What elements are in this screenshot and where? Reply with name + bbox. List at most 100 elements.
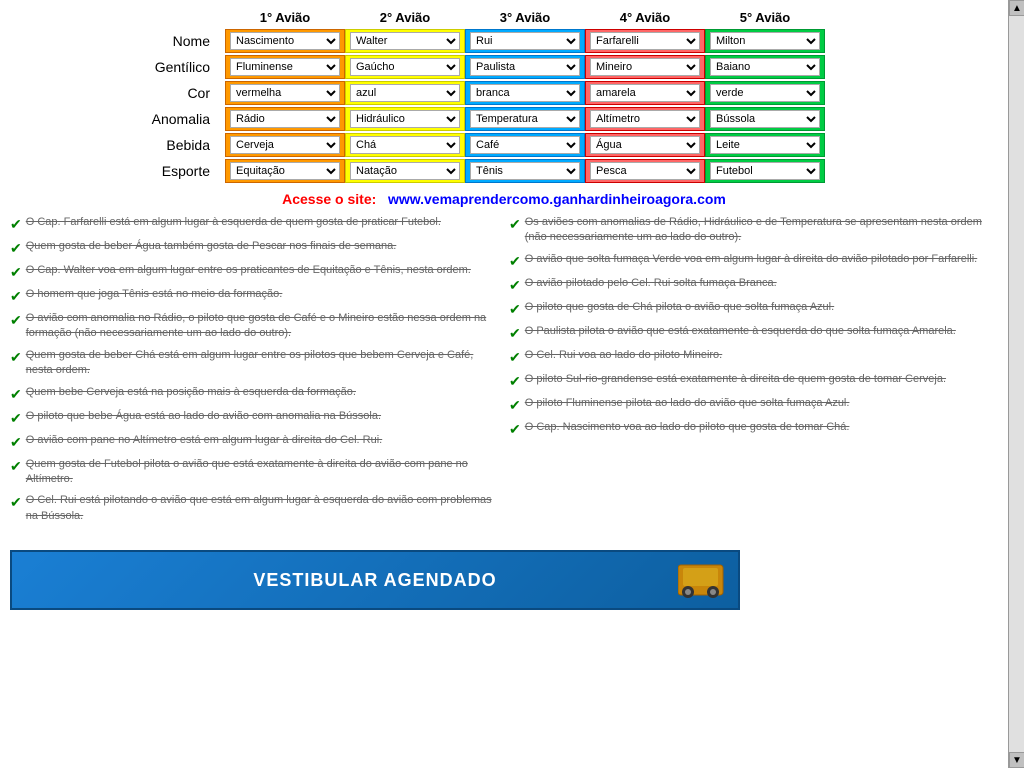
cell-r4-c1: Chá bbox=[345, 133, 465, 157]
cell-r5-c4: Futebol bbox=[705, 159, 825, 183]
header-aviao3: 3° Avião bbox=[465, 10, 585, 25]
select-r0-c4[interactable]: Milton bbox=[710, 32, 820, 50]
select-r3-c3[interactable]: Altímetro bbox=[590, 110, 700, 128]
select-r5-c3[interactable]: Pesca bbox=[590, 162, 700, 180]
clue-left-7: ✔O piloto que bebe Água está ao lado do … bbox=[10, 409, 499, 427]
check-icon-right-1: ✔ bbox=[509, 253, 521, 270]
cell-r0-c2: Rui bbox=[465, 29, 585, 53]
select-r1-c1[interactable]: Gaúcho bbox=[350, 58, 460, 76]
clue-right-5: ✔ O Cel. Rui voa ao lado do piloto Mineir… bbox=[509, 348, 998, 366]
check-icon-left-9: ✔ bbox=[10, 458, 22, 475]
cell-r3-c1: Hidráulico bbox=[345, 107, 465, 131]
cell-r4-c4: Leite bbox=[705, 133, 825, 157]
data-table: NomeNascimentoWalterRuiFarfarelliMiltonG… bbox=[10, 29, 998, 183]
promo-acesse: Acesse o site: bbox=[282, 191, 376, 207]
cell-r2-c2: branca bbox=[465, 81, 585, 105]
clue-right-7: ✔O piloto Fluminense pilota ao lado do a… bbox=[509, 396, 998, 414]
select-r2-c4[interactable]: verde bbox=[710, 84, 820, 102]
cell-r0-c1: Walter bbox=[345, 29, 465, 53]
cell-r1-c3: Mineiro bbox=[585, 55, 705, 79]
scrollbar[interactable]: ▲ ▼ bbox=[1008, 0, 1024, 768]
promo-bar: Acesse o site: www.vemaprendercomo.ganha… bbox=[10, 191, 998, 207]
cell-r2-c3: amarela bbox=[585, 81, 705, 105]
select-r3-c0[interactable]: Rádio bbox=[230, 110, 340, 128]
row-label-anomalia: Anomalia bbox=[10, 111, 225, 127]
clue-text-left-7: O piloto que bebe Água está ao lado do a… bbox=[26, 409, 381, 424]
select-r4-c0[interactable]: Cerveja bbox=[230, 136, 340, 154]
clue-text-right-3: O piloto que gosta de Chá pilota o avião… bbox=[525, 300, 834, 315]
scroll-up-btn[interactable]: ▲ bbox=[1009, 0, 1024, 16]
clue-left-4: ✔O avião com anomalia no Rádio, o piloto… bbox=[10, 311, 499, 342]
clue-right-4: ✔O Paulista pilota o avião que está exat… bbox=[509, 324, 998, 342]
scroll-down-btn[interactable]: ▼ bbox=[1009, 752, 1024, 768]
clue-text-right-8: O Cap. Nascimento voa ao lado do piloto … bbox=[525, 420, 850, 435]
select-r5-c0[interactable]: Equitação bbox=[230, 162, 340, 180]
select-r1-c4[interactable]: Baiano bbox=[710, 58, 820, 76]
select-r4-c3[interactable]: Água bbox=[590, 136, 700, 154]
clue-text-right-0: Os aviões com anomalias de Rádio, Hidráu… bbox=[525, 215, 998, 246]
clue-text-right-5: O Cel. Rui voa ao lado do piloto Mineiro… bbox=[525, 348, 723, 363]
cell-r4-c3: Água bbox=[585, 133, 705, 157]
cell-r1-c4: Baiano bbox=[705, 55, 825, 79]
check-icon-left-5: ✔ bbox=[10, 349, 22, 366]
select-r2-c1[interactable]: azul bbox=[350, 84, 460, 102]
clues-container: ✔O Cap. Farfarelli está em algum lugar à… bbox=[10, 215, 998, 530]
select-r5-c4[interactable]: Futebol bbox=[710, 162, 820, 180]
clue-text-left-10: O Cel. Rui está pilotando o avião que es… bbox=[26, 493, 499, 524]
select-r3-c4[interactable]: Bússola bbox=[710, 110, 820, 128]
select-r0-c3[interactable]: Farfarelli bbox=[590, 32, 700, 50]
clue-text-left-4: O avião com anomalia no Rádio, o piloto … bbox=[26, 311, 499, 342]
select-r2-c2[interactable]: branca bbox=[470, 84, 580, 102]
cell-r3-c3: Altímetro bbox=[585, 107, 705, 131]
table-header: 1° Avião 2° Avião 3° Avião 4° Avião 5° A… bbox=[225, 10, 998, 25]
clue-text-right-1: O avião que solta fumaça Verde voa em al… bbox=[525, 252, 977, 267]
clue-text-right-2: O avião pilotado pelo Cel. Rui solta fum… bbox=[525, 276, 777, 291]
clue-text-left-6: Quem bebe Cerveja está na posição mais à… bbox=[26, 385, 356, 400]
table-row: BebidaCervejaCháCaféÁguaLeite bbox=[10, 133, 998, 157]
select-r1-c2[interactable]: Paulista bbox=[470, 58, 580, 76]
clues-left: ✔O Cap. Farfarelli está em algum lugar à… bbox=[10, 215, 509, 530]
clue-text-left-3: O homem que joga Tênis está no meio da f… bbox=[26, 287, 283, 302]
clue-text-left-2: O Cap. Walter voa em algum lugar entre o… bbox=[26, 263, 471, 278]
select-r5-c1[interactable]: Natação bbox=[350, 162, 460, 180]
check-icon-right-2: ✔ bbox=[509, 277, 521, 294]
select-r3-c1[interactable]: Hidráulico bbox=[350, 110, 460, 128]
clue-left-9: ✔Quem gosta de Futebol pilota o avião qu… bbox=[10, 457, 499, 488]
clue-text-right-6: O piloto Sul-rio-grandense está exatamen… bbox=[525, 372, 946, 387]
check-icon-right-5: ✔ bbox=[509, 349, 521, 366]
select-r1-c0[interactable]: Fluminense bbox=[230, 58, 340, 76]
check-icon-left-3: ✔ bbox=[10, 288, 22, 305]
cell-r3-c0: Rádio bbox=[225, 107, 345, 131]
cell-r2-c1: azul bbox=[345, 81, 465, 105]
header-aviao1: 1° Avião bbox=[225, 10, 345, 25]
header-aviao5: 5° Avião bbox=[705, 10, 825, 25]
select-r0-c0[interactable]: Nascimento bbox=[230, 32, 340, 50]
promo-url: www.vemaprendercomo.ganhardinheiroagora.… bbox=[388, 191, 726, 207]
select-r4-c1[interactable]: Chá bbox=[350, 136, 460, 154]
cell-r2-c4: verde bbox=[705, 81, 825, 105]
select-r0-c1[interactable]: Walter bbox=[350, 32, 460, 50]
banner-text: VESTIBULAR AGENDADO bbox=[253, 570, 496, 591]
clue-left-0: ✔O Cap. Farfarelli está em algum lugar à… bbox=[10, 215, 499, 233]
cell-r1-c1: Gaúcho bbox=[345, 55, 465, 79]
cell-r3-c2: Temperatura bbox=[465, 107, 585, 131]
select-r4-c2[interactable]: Café bbox=[470, 136, 580, 154]
cell-r4-c0: Cerveja bbox=[225, 133, 345, 157]
select-r2-c0[interactable]: vermelha bbox=[230, 84, 340, 102]
clue-left-6: ✔ Quem bebe Cerveja está na posição mais … bbox=[10, 385, 499, 403]
select-r5-c2[interactable]: Tênis bbox=[470, 162, 580, 180]
cell-r0-c4: Milton bbox=[705, 29, 825, 53]
check-icon-left-6: ✔ bbox=[10, 386, 22, 403]
select-r3-c2[interactable]: Temperatura bbox=[470, 110, 580, 128]
row-label-gentílico: Gentílico bbox=[10, 59, 225, 75]
cell-r5-c1: Natação bbox=[345, 159, 465, 183]
select-r2-c3[interactable]: amarela bbox=[590, 84, 700, 102]
cell-r4-c2: Café bbox=[465, 133, 585, 157]
select-r1-c3[interactable]: Mineiro bbox=[590, 58, 700, 76]
select-r0-c2[interactable]: Rui bbox=[470, 32, 580, 50]
clues-right: ✔Os aviões com anomalias de Rádio, Hidrá… bbox=[509, 215, 998, 530]
clue-text-left-8: O avião com pane no Altímetro está em al… bbox=[26, 433, 382, 448]
select-r4-c4[interactable]: Leite bbox=[710, 136, 820, 154]
clue-right-3: ✔O piloto que gosta de Chá pilota o aviã… bbox=[509, 300, 998, 318]
table-row: Corvermelhaazulbrancaamarelaverde bbox=[10, 81, 998, 105]
